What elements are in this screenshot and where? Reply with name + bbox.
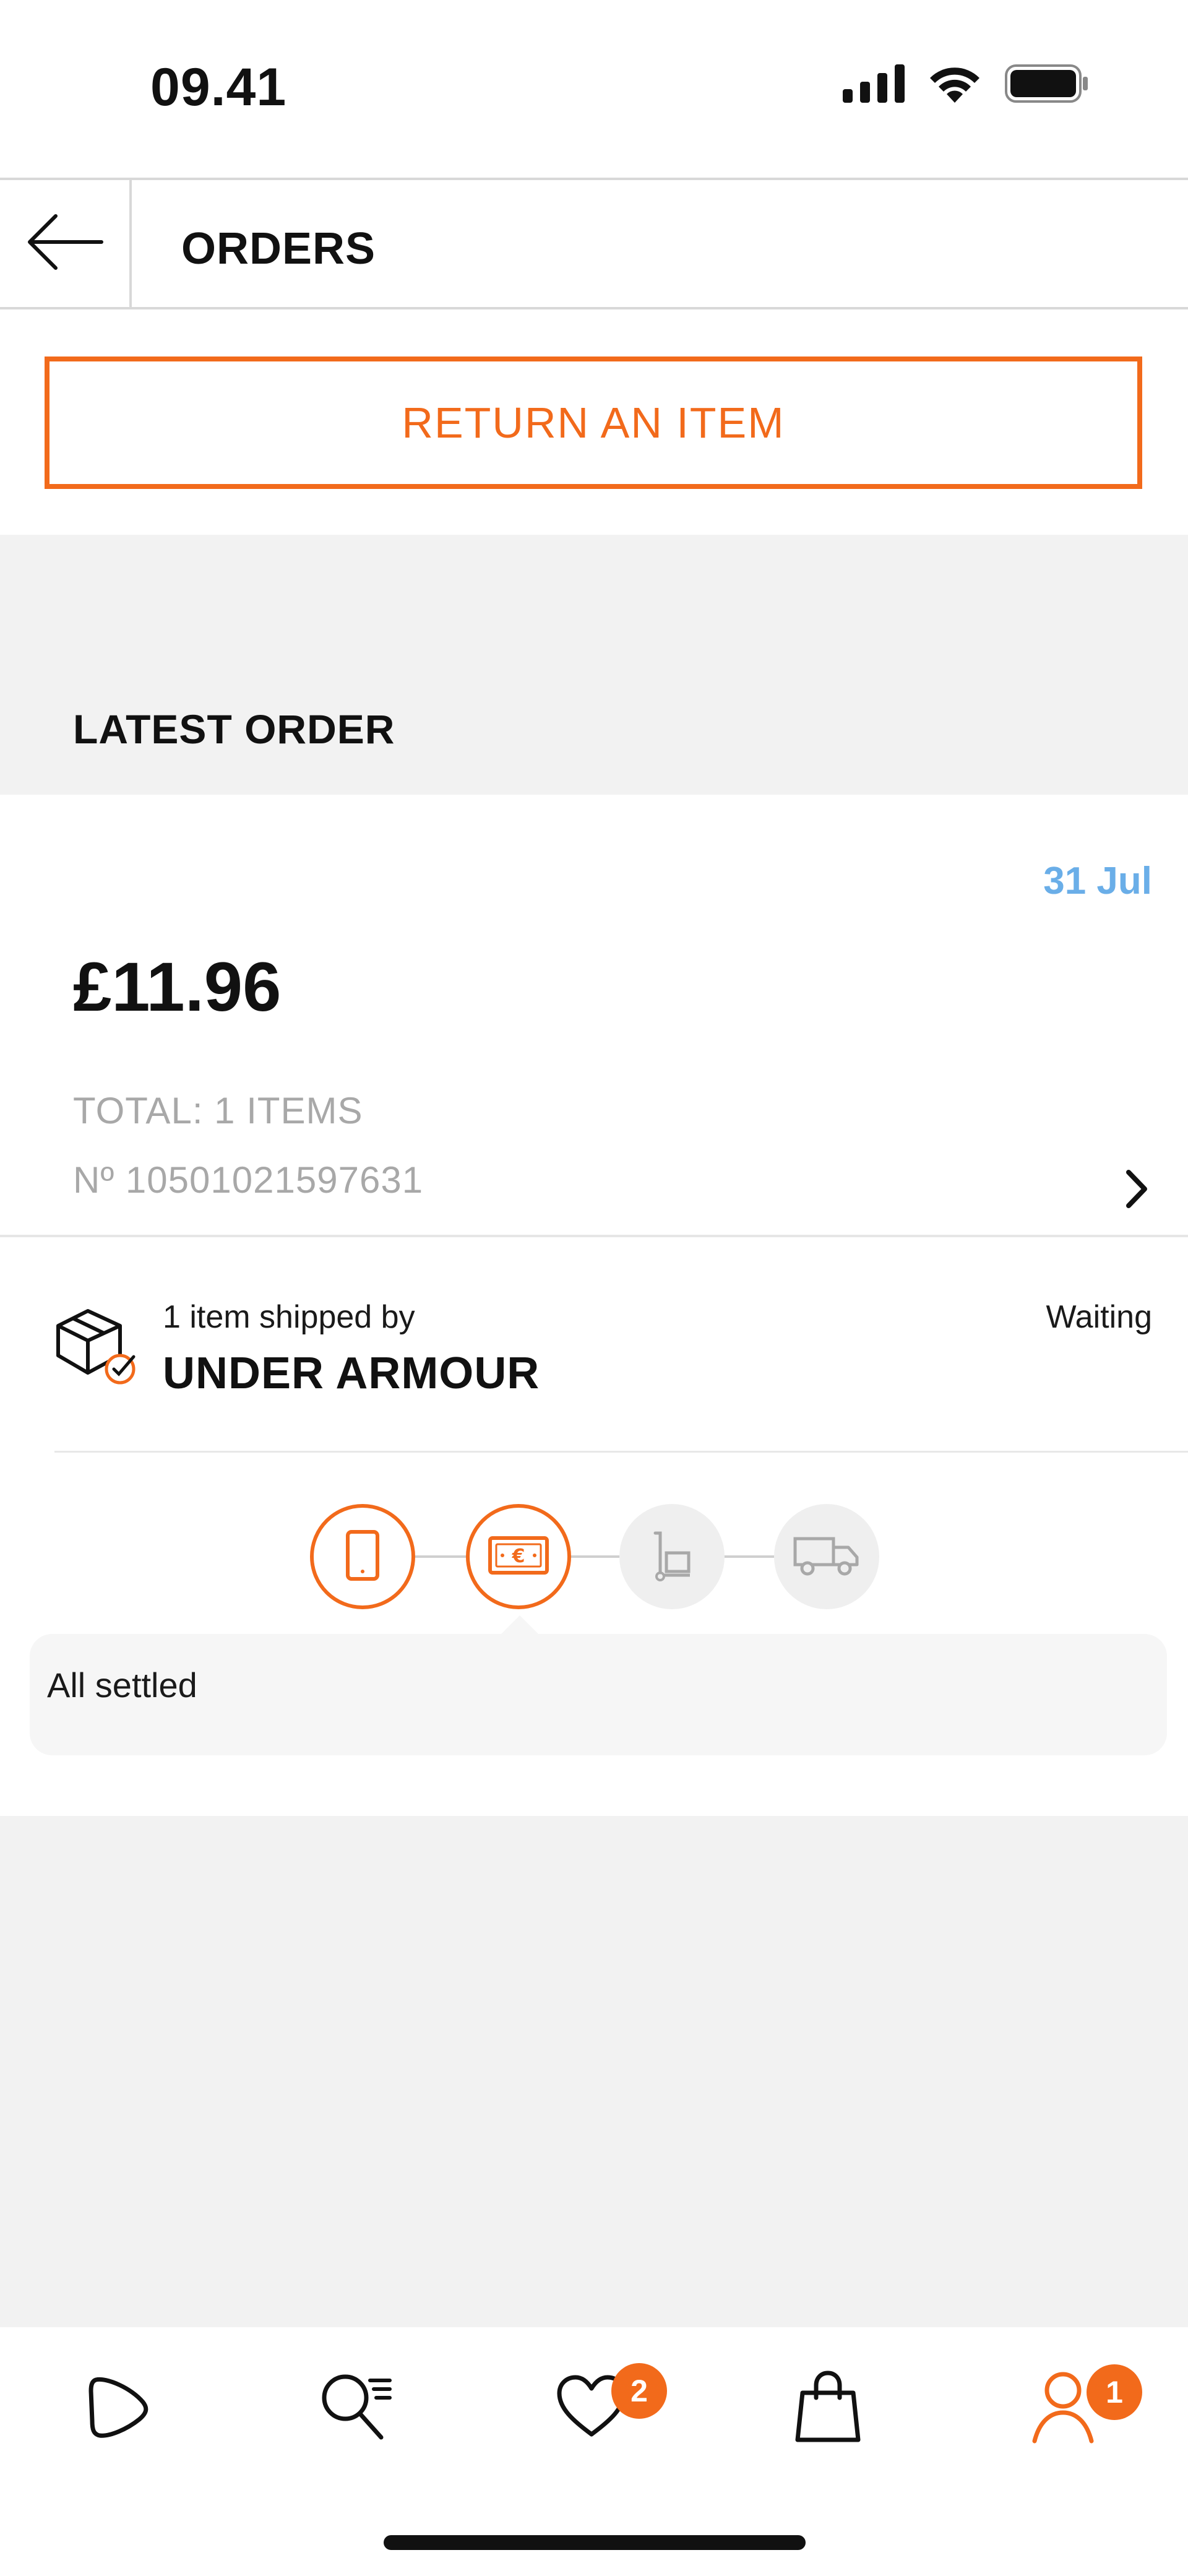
step-shipped[interactable] — [774, 1504, 879, 1609]
order-number: Nº 10501021597631 — [73, 1159, 424, 1201]
step-preparing[interactable] — [619, 1504, 725, 1609]
shipment-status: Waiting — [1046, 1299, 1152, 1335]
order-date: 31 Jul — [1043, 860, 1152, 902]
step-connector — [723, 1555, 774, 1558]
shopping-bag-icon — [794, 2368, 862, 2448]
section-title: LATEST ORDER — [73, 706, 395, 752]
delivery-truck-icon — [793, 1534, 861, 1580]
banknote-euro-icon: € — [488, 1536, 549, 1578]
page-title: ORDERS — [181, 224, 376, 274]
status-time: 09.41 — [150, 58, 287, 117]
tab-home[interactable] — [73, 2364, 160, 2451]
content-bottom-bg — [0, 1816, 1188, 2327]
message-pointer — [500, 1615, 540, 1635]
cellular-signal-icon — [843, 64, 905, 106]
wifi-icon — [928, 64, 981, 106]
order-amount: £11.96 — [73, 948, 282, 1026]
package-check-icon — [52, 1305, 139, 1388]
arrow-left-icon — [26, 212, 104, 275]
search-list-icon — [317, 2368, 394, 2448]
battery-icon — [1005, 64, 1089, 106]
phone-icon — [344, 1529, 381, 1584]
home-indicator — [384, 2535, 806, 2550]
header-bar: ORDERS — [0, 178, 1188, 309]
divider — [0, 1235, 1188, 1237]
return-item-button[interactable]: RETURN AN ITEM — [45, 357, 1142, 489]
step-connector — [415, 1555, 466, 1558]
wishlist-badge: 2 — [611, 2363, 667, 2419]
tab-bag[interactable] — [785, 2364, 871, 2451]
hand-truck-icon — [650, 1529, 694, 1584]
divider — [54, 1451, 1188, 1453]
shipment-label: 1 item shipped by — [163, 1299, 415, 1335]
back-button[interactable] — [0, 180, 132, 307]
step-payment[interactable]: € — [466, 1504, 571, 1609]
step-message-box — [30, 1634, 1167, 1755]
chevron-right-icon[interactable] — [1125, 1169, 1150, 1212]
order-total: TOTAL: 1 ITEMS — [73, 1090, 363, 1131]
step-connector — [570, 1555, 619, 1558]
status-icons — [843, 64, 1089, 106]
svg-text:€: € — [512, 1545, 525, 1567]
play-shape-icon — [82, 2372, 150, 2444]
step-message: All settled — [47, 1666, 197, 1705]
shipment-brand: UNDER ARMOUR — [163, 1349, 540, 1398]
step-order-placed[interactable] — [310, 1504, 415, 1609]
tab-search[interactable] — [312, 2364, 398, 2451]
section-header-bg — [0, 535, 1188, 795]
account-badge: 1 — [1087, 2364, 1142, 2420]
